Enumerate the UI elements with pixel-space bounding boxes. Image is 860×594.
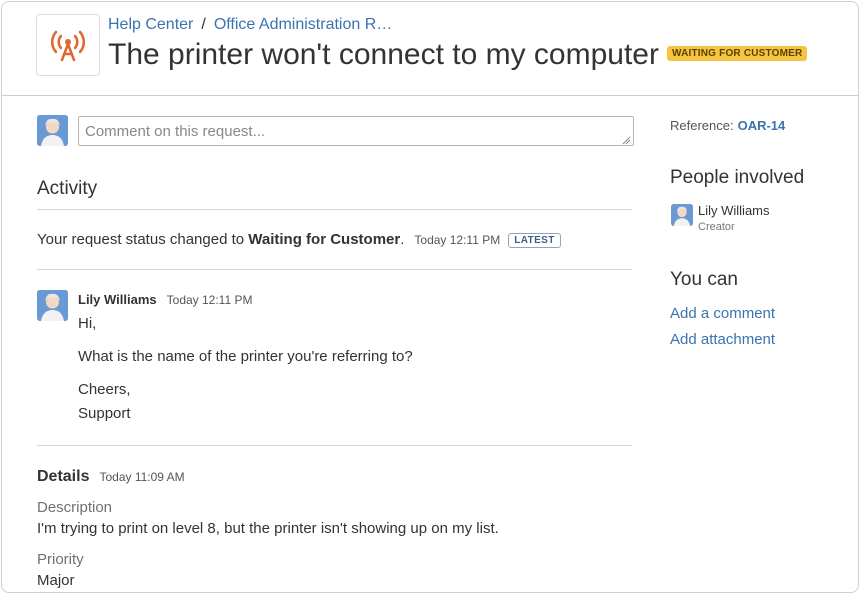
details-title: Details <box>37 468 90 485</box>
reference-label: Reference: <box>670 118 734 133</box>
people-involved-heading: People involved <box>670 167 805 188</box>
details-heading: Details Today 11:09 AM <box>37 468 185 486</box>
message-line: Cheers, <box>78 381 131 398</box>
add-attachment-link[interactable]: Add attachment <box>670 331 775 348</box>
message-author: Lily Williams Today 12:11 PM <box>78 292 252 307</box>
header-divider <box>2 95 858 96</box>
priority-label: Priority <box>37 551 84 568</box>
description-value: I'm trying to print on level 8, but the … <box>37 520 499 537</box>
breadcrumb: Help Center / Office Administration R… <box>108 16 392 34</box>
status-badge: WAITING FOR CUSTOMER <box>666 45 808 61</box>
user-avatar-icon <box>37 115 68 146</box>
reference: Reference: OAR-14 <box>670 118 785 133</box>
you-can-heading: You can <box>670 269 738 290</box>
user-avatar-icon <box>37 290 68 321</box>
description-label: Description <box>37 499 113 516</box>
message-divider <box>37 445 632 446</box>
status-change-status: Waiting for Customer <box>248 231 401 248</box>
page-title: The printer won't connect to my computer <box>108 38 659 71</box>
user-avatar-icon <box>671 204 693 226</box>
activity-heading: Activity <box>37 178 98 199</box>
breadcrumb-help-center[interactable]: Help Center <box>108 16 193 33</box>
title-row: The printer won't connect to my computer… <box>108 38 808 72</box>
priority-value: Major <box>37 572 75 589</box>
status-divider <box>37 269 632 270</box>
add-comment-link[interactable]: Add a comment <box>670 305 775 322</box>
person-name[interactable]: Lily Williams <box>698 203 770 218</box>
breadcrumb-separator: / <box>201 16 206 33</box>
message-author-name[interactable]: Lily Williams <box>78 292 157 307</box>
details-time: Today 11:09 AM <box>99 470 185 484</box>
message-line: Hi, <box>78 315 97 332</box>
status-change-time: Today 12:11 PM <box>414 233 501 247</box>
reference-link[interactable]: OAR-14 <box>738 118 786 133</box>
status-change-entry: Your request status changed to Waiting f… <box>37 231 561 249</box>
latest-badge: LATEST <box>508 233 561 248</box>
project-logo <box>36 14 100 76</box>
status-change-suffix: . <box>400 231 405 248</box>
broadcast-tower-icon <box>51 30 85 62</box>
message-line: Support <box>78 405 131 422</box>
resize-grip-icon[interactable] <box>622 136 631 145</box>
status-change-prefix: Your request status changed to <box>37 231 249 248</box>
current-user-avatar <box>37 115 68 146</box>
request-page: Help Center / Office Administration R… The… <box>1 1 859 593</box>
comment-input[interactable] <box>78 116 634 146</box>
message-author-avatar <box>37 290 68 321</box>
message-line: What is the name of the printer you're r… <box>78 348 413 365</box>
person-role: Creator <box>698 221 735 233</box>
breadcrumb-project[interactable]: Office Administration R… <box>214 16 392 33</box>
person-avatar <box>671 204 693 226</box>
message-time: Today 12:11 PM <box>166 293 253 307</box>
activity-divider <box>37 209 632 210</box>
